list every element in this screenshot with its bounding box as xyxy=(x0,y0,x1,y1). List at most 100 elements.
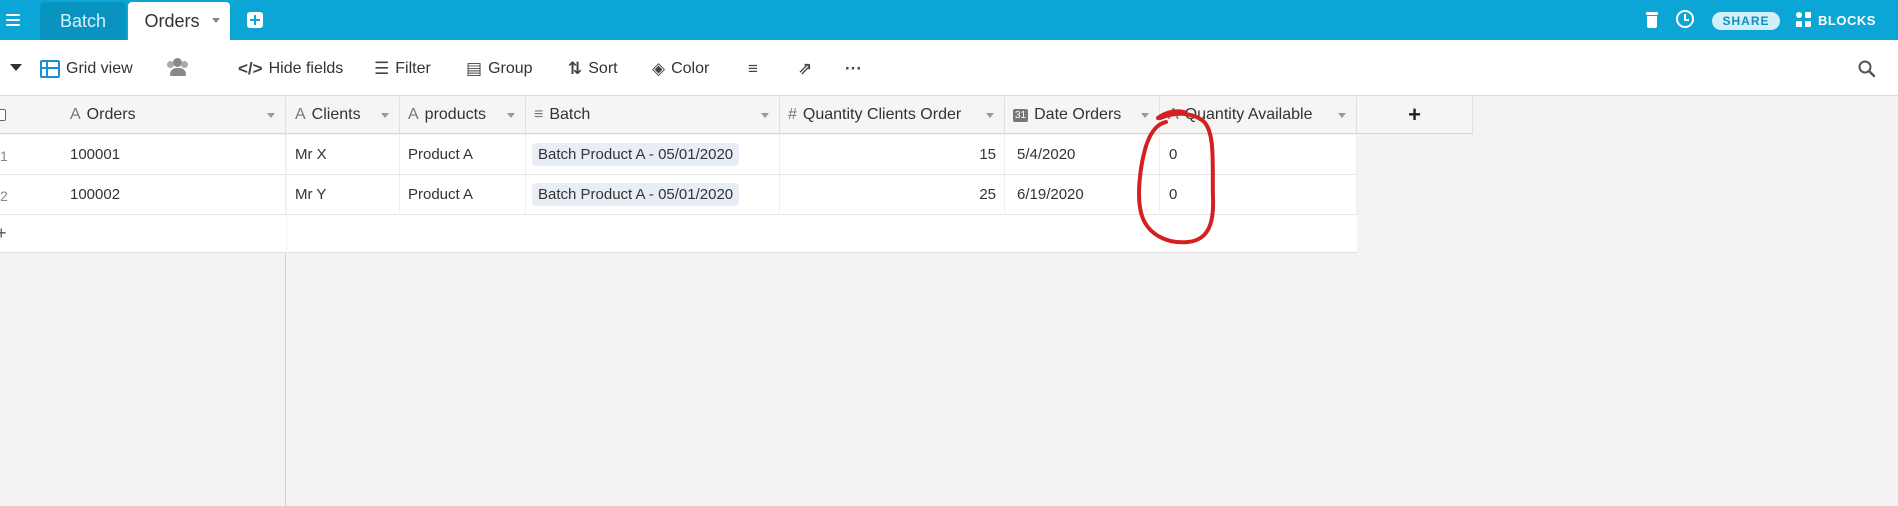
row-number: 2 xyxy=(0,188,8,204)
hide-fields-button[interactable]: </> Hide fields xyxy=(238,58,343,80)
select-all-checkbox[interactable] xyxy=(0,109,6,121)
more-options-button[interactable]: ··· xyxy=(845,58,862,80)
table-row[interactable]: 2 100002 xyxy=(0,175,286,215)
group-label: Group xyxy=(488,60,533,77)
group-icon: ▤ xyxy=(466,59,483,78)
blocks-button[interactable]: BLOCKS xyxy=(1796,10,1876,30)
trash-icon[interactable] xyxy=(1645,11,1659,29)
view-list-toggle-icon[interactable] xyxy=(10,64,22,71)
available-cell[interactable]: 0 xyxy=(1160,135,1357,175)
more-options-icon: ··· xyxy=(845,59,862,78)
client-cell[interactable]: Mr Y xyxy=(287,175,400,215)
add-row-button[interactable]: + xyxy=(0,215,286,253)
add-field-button[interactable]: + xyxy=(1357,97,1473,134)
column-header-label: Orders xyxy=(86,106,136,123)
tab-orders[interactable]: Orders xyxy=(128,2,230,40)
cell-text: 0 xyxy=(1169,186,1178,203)
available-cell[interactable]: 0 xyxy=(1160,175,1357,215)
frozen-column-pane: A Orders 1 100001 2 100002 + xyxy=(0,97,286,506)
text-field-icon: A xyxy=(70,106,81,123)
view-name: Grid view xyxy=(66,60,133,77)
chevron-down-icon[interactable] xyxy=(1338,113,1346,118)
cell-text: Product A xyxy=(408,146,474,163)
cell-text: 0 xyxy=(1169,146,1178,163)
column-header-clients[interactable]: A Clients xyxy=(287,97,400,134)
batch-cell[interactable]: Batch Product A - 05/01/2020 xyxy=(526,175,780,215)
column-header-quantity-available[interactable]: A Quantity Available xyxy=(1160,97,1357,134)
text-field-icon: A xyxy=(408,106,419,123)
share-view-button[interactable]: ⇗ xyxy=(798,58,812,80)
date-cell[interactable]: 6/19/2020 xyxy=(1005,175,1160,215)
column-header-label: Date Orders xyxy=(1034,106,1122,123)
quantity-cell[interactable]: 25 xyxy=(780,175,1005,215)
product-cell[interactable]: Product A xyxy=(400,135,526,175)
search-button[interactable] xyxy=(1858,58,1876,80)
row-height-button[interactable]: ≡ xyxy=(748,58,758,80)
plus-icon: + xyxy=(0,223,7,243)
chevron-down-icon[interactable] xyxy=(1141,113,1149,118)
sort-button[interactable]: ⇅ Sort xyxy=(568,58,618,80)
column-header-products[interactable]: A products xyxy=(400,97,526,134)
view-toolbar: Grid view </> Hide fields ☰ Filter ▤ Gro… xyxy=(0,40,1898,96)
linked-record-pill[interactable]: Batch Product A - 05/01/2020 xyxy=(532,183,740,206)
hamburger-menu-icon[interactable] xyxy=(6,10,24,30)
linked-record-icon: ≡ xyxy=(534,106,544,123)
collaborative-view-icon[interactable] xyxy=(167,58,189,76)
column-header-label: Clients xyxy=(311,106,361,123)
column-header-label: Batch xyxy=(549,106,591,123)
chevron-down-icon[interactable] xyxy=(212,18,220,23)
cell-text: 6/19/2020 xyxy=(1017,186,1084,203)
column-header-date-orders[interactable]: 31 Date Orders xyxy=(1005,97,1160,134)
hide-fields-label: Hide fields xyxy=(268,60,344,77)
table-row[interactable]: 1 100001 xyxy=(0,135,286,175)
filter-label: Filter xyxy=(395,60,431,77)
text-field-icon: A xyxy=(1168,106,1179,123)
client-cell[interactable]: Mr X xyxy=(287,135,400,175)
grid-view-icon xyxy=(40,60,60,78)
cell-text: Mr X xyxy=(295,146,327,163)
column-header-batch[interactable]: ≡ Batch xyxy=(526,97,780,134)
product-cell[interactable]: Product A xyxy=(400,175,526,215)
sort-icon: ⇅ xyxy=(568,59,583,78)
eye-slash-icon: </> xyxy=(238,59,263,78)
chevron-down-icon[interactable] xyxy=(507,113,515,118)
order-cell[interactable]: 100001 xyxy=(70,146,120,163)
date-field-icon: 31 xyxy=(1013,108,1029,122)
cell-text: Mr Y xyxy=(295,186,327,203)
number-field-icon: # xyxy=(788,106,797,123)
add-row-strip[interactable] xyxy=(287,215,1357,253)
group-button[interactable]: ▤ Group xyxy=(466,58,533,80)
blocks-icon xyxy=(1796,12,1812,28)
row-height-icon: ≡ xyxy=(748,59,758,78)
chevron-down-icon[interactable] xyxy=(761,113,769,118)
chevron-down-icon[interactable] xyxy=(986,113,994,118)
share-button[interactable]: SHARE xyxy=(1712,12,1780,30)
chevron-down-icon[interactable] xyxy=(381,113,389,118)
cell-text: 15 xyxy=(979,146,996,163)
column-header-quantity-clients-order[interactable]: # Quantity Clients Order xyxy=(780,97,1005,134)
linked-record-pill[interactable]: Batch Product A - 05/01/2020 xyxy=(532,143,740,166)
history-icon[interactable] xyxy=(1676,10,1694,28)
chevron-down-icon[interactable] xyxy=(267,113,275,118)
search-icon xyxy=(1858,60,1876,78)
quantity-cell[interactable]: 15 xyxy=(780,135,1005,175)
filter-button[interactable]: ☰ Filter xyxy=(374,58,431,80)
column-header-label: Quantity Available xyxy=(1184,106,1313,123)
text-field-icon: A xyxy=(295,106,306,123)
row-number: 1 xyxy=(0,148,8,164)
blocks-label: BLOCKS xyxy=(1818,12,1876,28)
tab-batch[interactable]: Batch xyxy=(40,2,126,40)
add-table-icon[interactable] xyxy=(247,12,263,28)
color-button[interactable]: ◈ Color xyxy=(652,58,709,80)
column-header-label: products xyxy=(424,106,487,123)
batch-cell[interactable]: Batch Product A - 05/01/2020 xyxy=(526,135,780,175)
date-cell[interactable]: 5/4/2020 xyxy=(1005,135,1160,175)
column-header-label: Quantity Clients Order xyxy=(802,106,962,123)
order-cell[interactable]: 100002 xyxy=(70,186,120,203)
view-switcher[interactable]: Grid view xyxy=(40,58,133,80)
top-bar: Batch Orders SHARE BLOCKS xyxy=(0,0,1898,40)
tab-orders-label: Orders xyxy=(144,10,200,31)
column-header-orders[interactable]: A Orders xyxy=(0,97,286,134)
plus-icon: + xyxy=(1408,102,1421,127)
paint-bucket-icon: ◈ xyxy=(652,59,666,78)
